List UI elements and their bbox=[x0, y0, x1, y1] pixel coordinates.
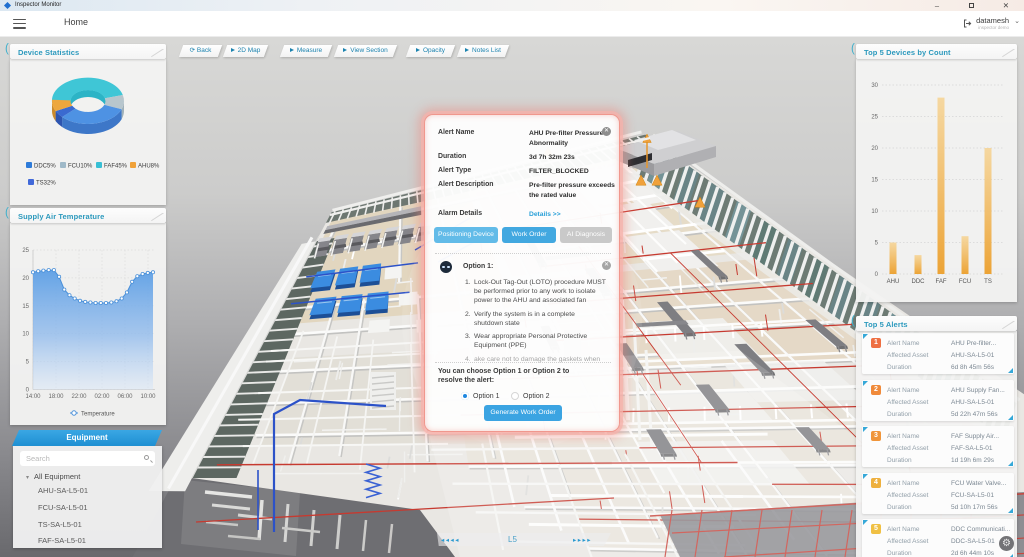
svg-text:DDC: DDC bbox=[912, 279, 926, 285]
svg-text:TS32%: TS32% bbox=[36, 181, 56, 187]
svg-text:FAF45%: FAF45% bbox=[104, 164, 128, 170]
svg-text:30: 30 bbox=[871, 83, 878, 89]
svg-text:02:00: 02:00 bbox=[94, 394, 110, 400]
svg-text:18:00: 18:00 bbox=[48, 394, 64, 400]
svg-text:20: 20 bbox=[871, 146, 878, 152]
svg-text:5: 5 bbox=[875, 241, 879, 247]
svg-text:10: 10 bbox=[871, 209, 878, 215]
svg-text:FCU10%: FCU10% bbox=[68, 164, 93, 170]
svg-text:20: 20 bbox=[22, 276, 29, 282]
svg-text:5: 5 bbox=[26, 360, 30, 366]
svg-text:15: 15 bbox=[871, 178, 878, 184]
svg-text:14:00: 14:00 bbox=[25, 394, 41, 400]
svg-text:Temperature: Temperature bbox=[81, 412, 115, 418]
svg-text:DDC5%: DDC5% bbox=[34, 164, 56, 170]
svg-text:FAF: FAF bbox=[935, 279, 946, 285]
svg-text:FCU: FCU bbox=[959, 279, 971, 285]
svg-text:10: 10 bbox=[22, 332, 29, 338]
svg-text:10:00: 10:00 bbox=[140, 394, 156, 400]
svg-text:AHU: AHU bbox=[887, 279, 900, 285]
svg-text:25: 25 bbox=[871, 115, 878, 121]
svg-text:AHU8%: AHU8% bbox=[138, 164, 160, 170]
svg-text:0: 0 bbox=[26, 388, 30, 394]
svg-text:25: 25 bbox=[22, 248, 29, 254]
svg-text:0: 0 bbox=[875, 272, 879, 278]
svg-text:06:00: 06:00 bbox=[117, 394, 133, 400]
svg-text:15: 15 bbox=[22, 304, 29, 310]
svg-text:TS: TS bbox=[984, 279, 992, 285]
svg-text:22:00: 22:00 bbox=[71, 394, 87, 400]
